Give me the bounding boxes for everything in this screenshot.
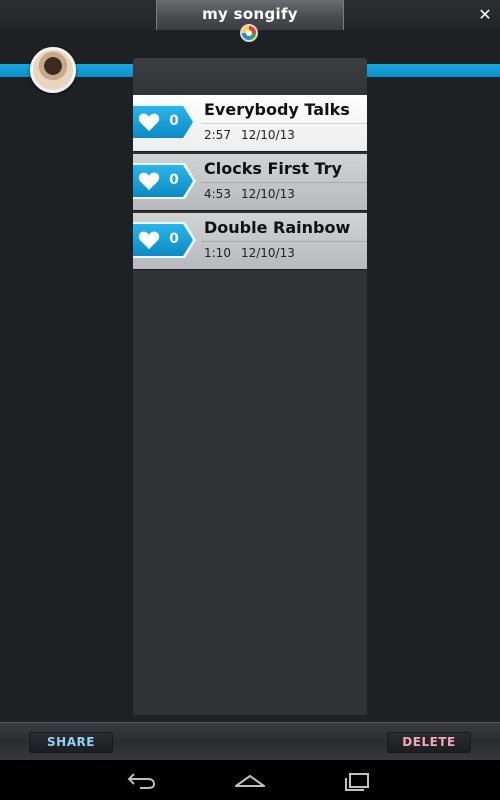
heart-icon (138, 172, 160, 191)
system-nav-bar (0, 760, 500, 800)
like-count: 0 (169, 113, 179, 129)
song-duration: 2:57 (204, 128, 231, 142)
action-bar: SHARE DELETE (0, 722, 500, 760)
song-date: 12/10/13 (240, 128, 295, 142)
back-icon (127, 773, 156, 789)
like-count: 0 (169, 231, 179, 247)
song-list[interactable]: 0 Everybody Talks 2:57 12/10/13 0 Clocks… (133, 58, 367, 715)
back-button[interactable] (122, 768, 162, 792)
heart-icon (138, 231, 160, 250)
song-row[interactable]: 0 Double Rainbow 1:10 12/10/13 (133, 213, 367, 270)
song-duration: 4:53 (204, 187, 231, 201)
songify-logo-icon (240, 24, 258, 42)
delete-button[interactable]: DELETE (387, 732, 471, 753)
app-title: my songify (202, 5, 298, 23)
avatar[interactable] (30, 47, 76, 93)
song-title: Double Rainbow (204, 218, 351, 237)
like-button[interactable]: 0 (133, 220, 197, 260)
heart-icon (138, 113, 160, 132)
home-button[interactable] (230, 768, 270, 792)
like-button[interactable]: 0 (133, 102, 197, 142)
song-duration: 1:10 (204, 246, 231, 260)
share-button[interactable]: SHARE (29, 732, 113, 753)
song-meta: 4:53 12/10/13 (204, 187, 295, 201)
like-button[interactable]: 0 (133, 161, 197, 201)
row-divider (201, 123, 367, 124)
song-row[interactable]: 0 Everybody Talks 2:57 12/10/13 (133, 95, 367, 152)
song-date: 12/10/13 (240, 187, 295, 201)
like-count: 0 (169, 172, 179, 188)
app-screen: my songify ✕ 0 Everybody Talks 2:57 12/1… (0, 0, 500, 800)
song-meta: 2:57 12/10/13 (204, 128, 295, 142)
home-icon (235, 775, 265, 787)
row-divider (201, 241, 367, 242)
close-button[interactable]: ✕ (476, 6, 494, 24)
song-title: Clocks First Try (204, 159, 342, 178)
song-meta: 1:10 12/10/13 (204, 246, 295, 260)
song-row[interactable]: 0 Clocks First Try 4:53 12/10/13 (133, 154, 367, 211)
song-title: Everybody Talks (204, 100, 350, 119)
row-divider (201, 182, 367, 183)
list-header-area (133, 58, 367, 94)
recent-apps-button[interactable] (337, 768, 377, 792)
close-icon: ✕ (478, 5, 492, 24)
song-date: 12/10/13 (240, 246, 295, 260)
recent-apps-icon (345, 773, 369, 791)
